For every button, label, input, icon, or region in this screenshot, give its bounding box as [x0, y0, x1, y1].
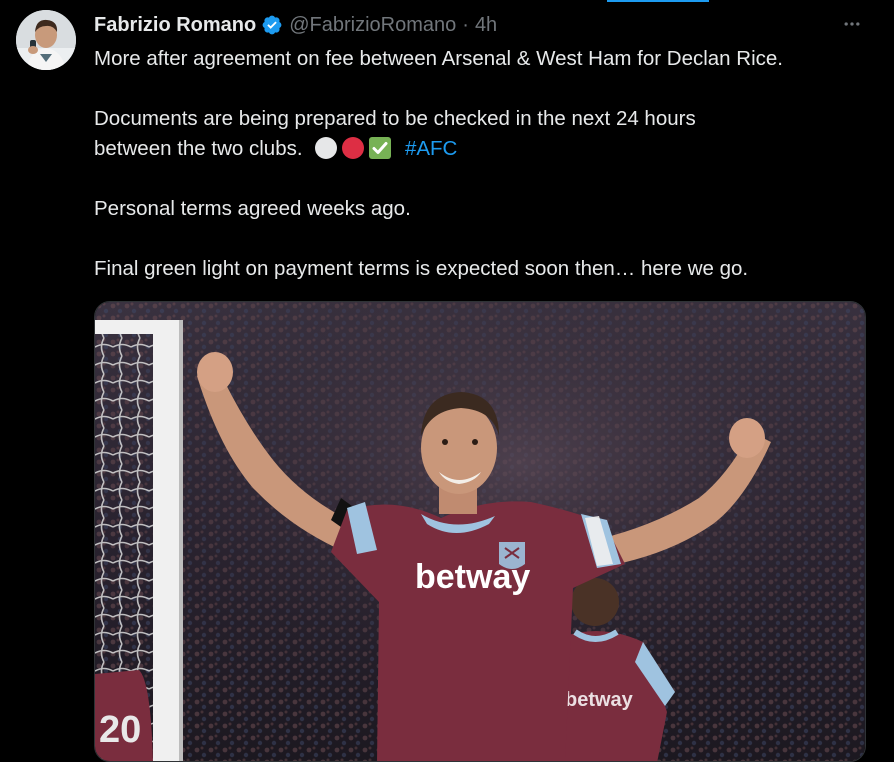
tweet-text: More after agreement on fee between Arse…	[94, 44, 874, 284]
hashtag-link[interactable]: #AFC	[405, 137, 457, 160]
display-name[interactable]: Fabrizio Romano	[94, 12, 256, 38]
separator-dot: ·	[462, 14, 469, 36]
tweet-media-photo[interactable]: 20 betway betway	[94, 301, 866, 762]
white-circle-icon	[314, 136, 338, 160]
more-horizontal-icon	[844, 22, 860, 26]
avatar[interactable]	[16, 10, 76, 70]
tweet-paragraph-2-text: between the two clubs.	[94, 137, 303, 160]
tweet-paragraph-2-line-2: between the two clubs. #AFC	[94, 134, 874, 164]
red-circle-icon	[341, 136, 365, 160]
tweet-paragraph-2-line-1: Documents are being prepared to be check…	[94, 107, 696, 130]
shirt-sponsor: betway	[415, 558, 530, 596]
timestamp[interactable]: 4h	[475, 12, 497, 38]
background-shirt-number: 20	[99, 709, 141, 751]
verified-badge-icon	[261, 14, 283, 36]
check-mark-button-icon	[368, 136, 392, 160]
tweet-paragraph-4: Final green light on payment terms is ex…	[94, 257, 749, 280]
background-shirt-sponsor: betway	[565, 689, 634, 711]
user-handle[interactable]: @FabrizioRomano	[289, 12, 456, 38]
tweet-header: Fabrizio Romano @FabrizioRomano · 4h	[94, 12, 497, 38]
tweet[interactable]: Fabrizio Romano @FabrizioRomano · 4h Mor…	[0, 0, 894, 762]
tweet-paragraph-3: Personal terms agreed weeks ago.	[94, 197, 411, 220]
more-options-button[interactable]	[832, 8, 872, 40]
tweet-paragraph-1: More after agreement on fee between Arse…	[94, 47, 783, 70]
